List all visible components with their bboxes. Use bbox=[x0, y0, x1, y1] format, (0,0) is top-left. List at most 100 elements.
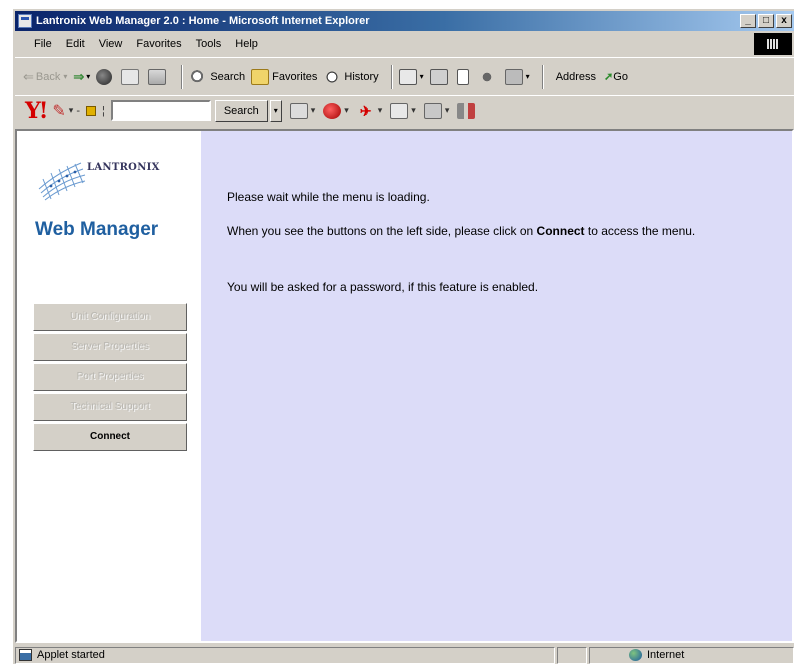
home-button[interactable] bbox=[148, 68, 169, 85]
connect-keyword: Connect bbox=[536, 224, 585, 238]
go-button[interactable]: ➚Go bbox=[604, 70, 628, 83]
edit-button[interactable] bbox=[456, 68, 472, 85]
connect-instructions: When you see the buttons on the left sid… bbox=[227, 223, 787, 239]
technical-support-button[interactable]: Technical Support bbox=[33, 393, 187, 421]
server-properties-button[interactable]: Server Properties bbox=[33, 333, 187, 361]
grip-icon: ¦ bbox=[101, 104, 105, 117]
refresh-icon bbox=[121, 68, 140, 85]
yahoo-logo-icon[interactable]: Y! bbox=[25, 98, 48, 124]
history-label: History bbox=[344, 70, 379, 83]
menu-edit[interactable]: Edit bbox=[59, 38, 92, 50]
pencil-icon[interactable]: ✎ bbox=[52, 101, 65, 121]
instructions-text-end: to access the menu. bbox=[584, 224, 696, 238]
status-text: Applet started bbox=[37, 649, 105, 661]
menu-view[interactable]: View bbox=[92, 38, 130, 50]
stop-button[interactable] bbox=[96, 68, 115, 85]
yahoo-search-input[interactable] bbox=[110, 100, 211, 121]
record-icon[interactable] bbox=[323, 102, 342, 119]
app-title: Web Manager bbox=[35, 219, 159, 240]
favorites-icon bbox=[251, 68, 270, 85]
favorites-label: Favorites bbox=[272, 70, 318, 83]
menu-file[interactable]: File bbox=[27, 38, 59, 50]
go-label: Go bbox=[613, 71, 628, 83]
window-controls: _ □ x bbox=[740, 14, 792, 28]
extra-dropdown-icon: ▾ bbox=[525, 72, 530, 81]
yahoo-messenger-icon[interactable]: ✈ bbox=[357, 103, 375, 119]
password-notice: You will be asked for a password, if thi… bbox=[227, 280, 539, 294]
history-button[interactable]: History bbox=[323, 68, 379, 85]
envelope-dropdown-icon[interactable]: ▾ bbox=[411, 105, 416, 116]
history-icon bbox=[323, 68, 342, 85]
record-dropdown-icon[interactable]: ▾ bbox=[344, 105, 349, 116]
toolbar-separator bbox=[181, 64, 184, 89]
messenger-dropdown-icon[interactable]: ▾ bbox=[378, 105, 383, 116]
menu-bar: File Edit View Favorites Tools Help bbox=[15, 33, 794, 55]
toolbar-separator bbox=[541, 64, 544, 89]
globe-icon bbox=[629, 649, 642, 661]
messenger-button[interactable] bbox=[477, 68, 499, 85]
lantronix-logo: LANTRONIX bbox=[37, 159, 187, 211]
menu-help[interactable]: Help bbox=[228, 38, 265, 50]
loading-message: Please wait while the menu is loading. bbox=[227, 190, 430, 204]
back-label: Back bbox=[35, 70, 61, 83]
back-arrow-icon: ⇐ bbox=[23, 68, 34, 84]
refresh-button[interactable] bbox=[121, 68, 142, 85]
nav-menu: Unit Configuration Server Properties Por… bbox=[33, 303, 187, 453]
back-dropdown-icon: ▾ bbox=[63, 72, 68, 81]
mail-icon[interactable] bbox=[289, 102, 308, 119]
print-button[interactable] bbox=[429, 68, 451, 85]
go-arrow-icon: ➚ bbox=[604, 71, 614, 83]
search-button[interactable]: Search bbox=[189, 68, 246, 85]
mail-icon bbox=[398, 68, 417, 85]
browser-window: Lantronix Web Manager 2.0 : Home - Micro… bbox=[12, 8, 794, 664]
toolbar-separator bbox=[390, 64, 393, 89]
applet-icon bbox=[19, 649, 32, 661]
forward-dropdown-icon: ▾ bbox=[86, 72, 91, 81]
favorites-button[interactable]: Favorites bbox=[251, 68, 318, 85]
brand-text: LANTRONIX bbox=[87, 162, 160, 173]
port-properties-button[interactable]: Port Properties bbox=[33, 363, 187, 391]
bookmark-icon[interactable] bbox=[85, 105, 96, 116]
connect-button[interactable]: Connect bbox=[33, 423, 187, 451]
tools-extra-button[interactable]: ▾ bbox=[504, 68, 530, 85]
forward-arrow-icon: ⇒ bbox=[73, 68, 85, 84]
minimize-button[interactable]: _ bbox=[740, 14, 756, 28]
address-label: Address bbox=[555, 70, 597, 83]
print-icon bbox=[429, 68, 448, 85]
instructions-text: When you see the buttons on the left sid… bbox=[227, 224, 537, 238]
security-zone-cell: Internet bbox=[589, 646, 794, 664]
mail-dropdown-icon[interactable]: ▾ bbox=[311, 105, 316, 116]
window-title: Lantronix Web Manager 2.0 : Home - Micro… bbox=[36, 15, 370, 27]
edit-page-icon bbox=[456, 68, 469, 85]
gear-icon bbox=[504, 68, 523, 85]
maximize-button[interactable]: □ bbox=[758, 14, 774, 28]
zone-text: Internet bbox=[647, 649, 685, 661]
exit-door-icon[interactable] bbox=[457, 102, 476, 119]
menu-tools[interactable]: Tools bbox=[189, 38, 229, 50]
forward-button[interactable]: ⇒ ▾ bbox=[73, 69, 90, 85]
title-bar[interactable]: Lantronix Web Manager 2.0 : Home - Micro… bbox=[15, 11, 794, 31]
window-dropdown-icon[interactable]: ▾ bbox=[445, 105, 450, 116]
unit-configuration-button[interactable]: Unit Configuration bbox=[33, 303, 187, 331]
ie-throbber-icon bbox=[754, 33, 792, 55]
menu-frame: LANTRONIX Web Manager Unit Configuration… bbox=[17, 131, 201, 641]
window-icon[interactable] bbox=[423, 102, 442, 119]
mail-dropdown-icon: ▾ bbox=[419, 72, 424, 81]
pencil-dropdown-icon[interactable]: ▾ bbox=[69, 105, 74, 116]
mail-button[interactable]: ▾ bbox=[398, 68, 424, 85]
status-message-cell: Applet started bbox=[15, 646, 555, 664]
yahoo-search-dropdown-icon[interactable]: ▾ bbox=[269, 99, 282, 122]
home-icon bbox=[148, 68, 167, 85]
envelope-icon[interactable] bbox=[390, 102, 409, 119]
yahoo-search-button[interactable]: Search bbox=[214, 99, 268, 122]
page-content: LANTRONIX Web Manager Unit Configuration… bbox=[15, 129, 794, 643]
menu-favorites[interactable]: Favorites bbox=[129, 38, 188, 50]
search-label: Search bbox=[210, 70, 246, 83]
main-frame: Please wait while the menu is loading. W… bbox=[201, 131, 792, 641]
lantronix-grid-icon bbox=[38, 162, 86, 201]
dash-separator-icon: - bbox=[76, 104, 80, 117]
ie-page-icon bbox=[18, 14, 32, 28]
close-button[interactable]: x bbox=[776, 14, 792, 28]
status-bar: Applet started Internet bbox=[15, 645, 794, 664]
back-button[interactable]: ⇐ Back ▾ bbox=[23, 69, 67, 85]
